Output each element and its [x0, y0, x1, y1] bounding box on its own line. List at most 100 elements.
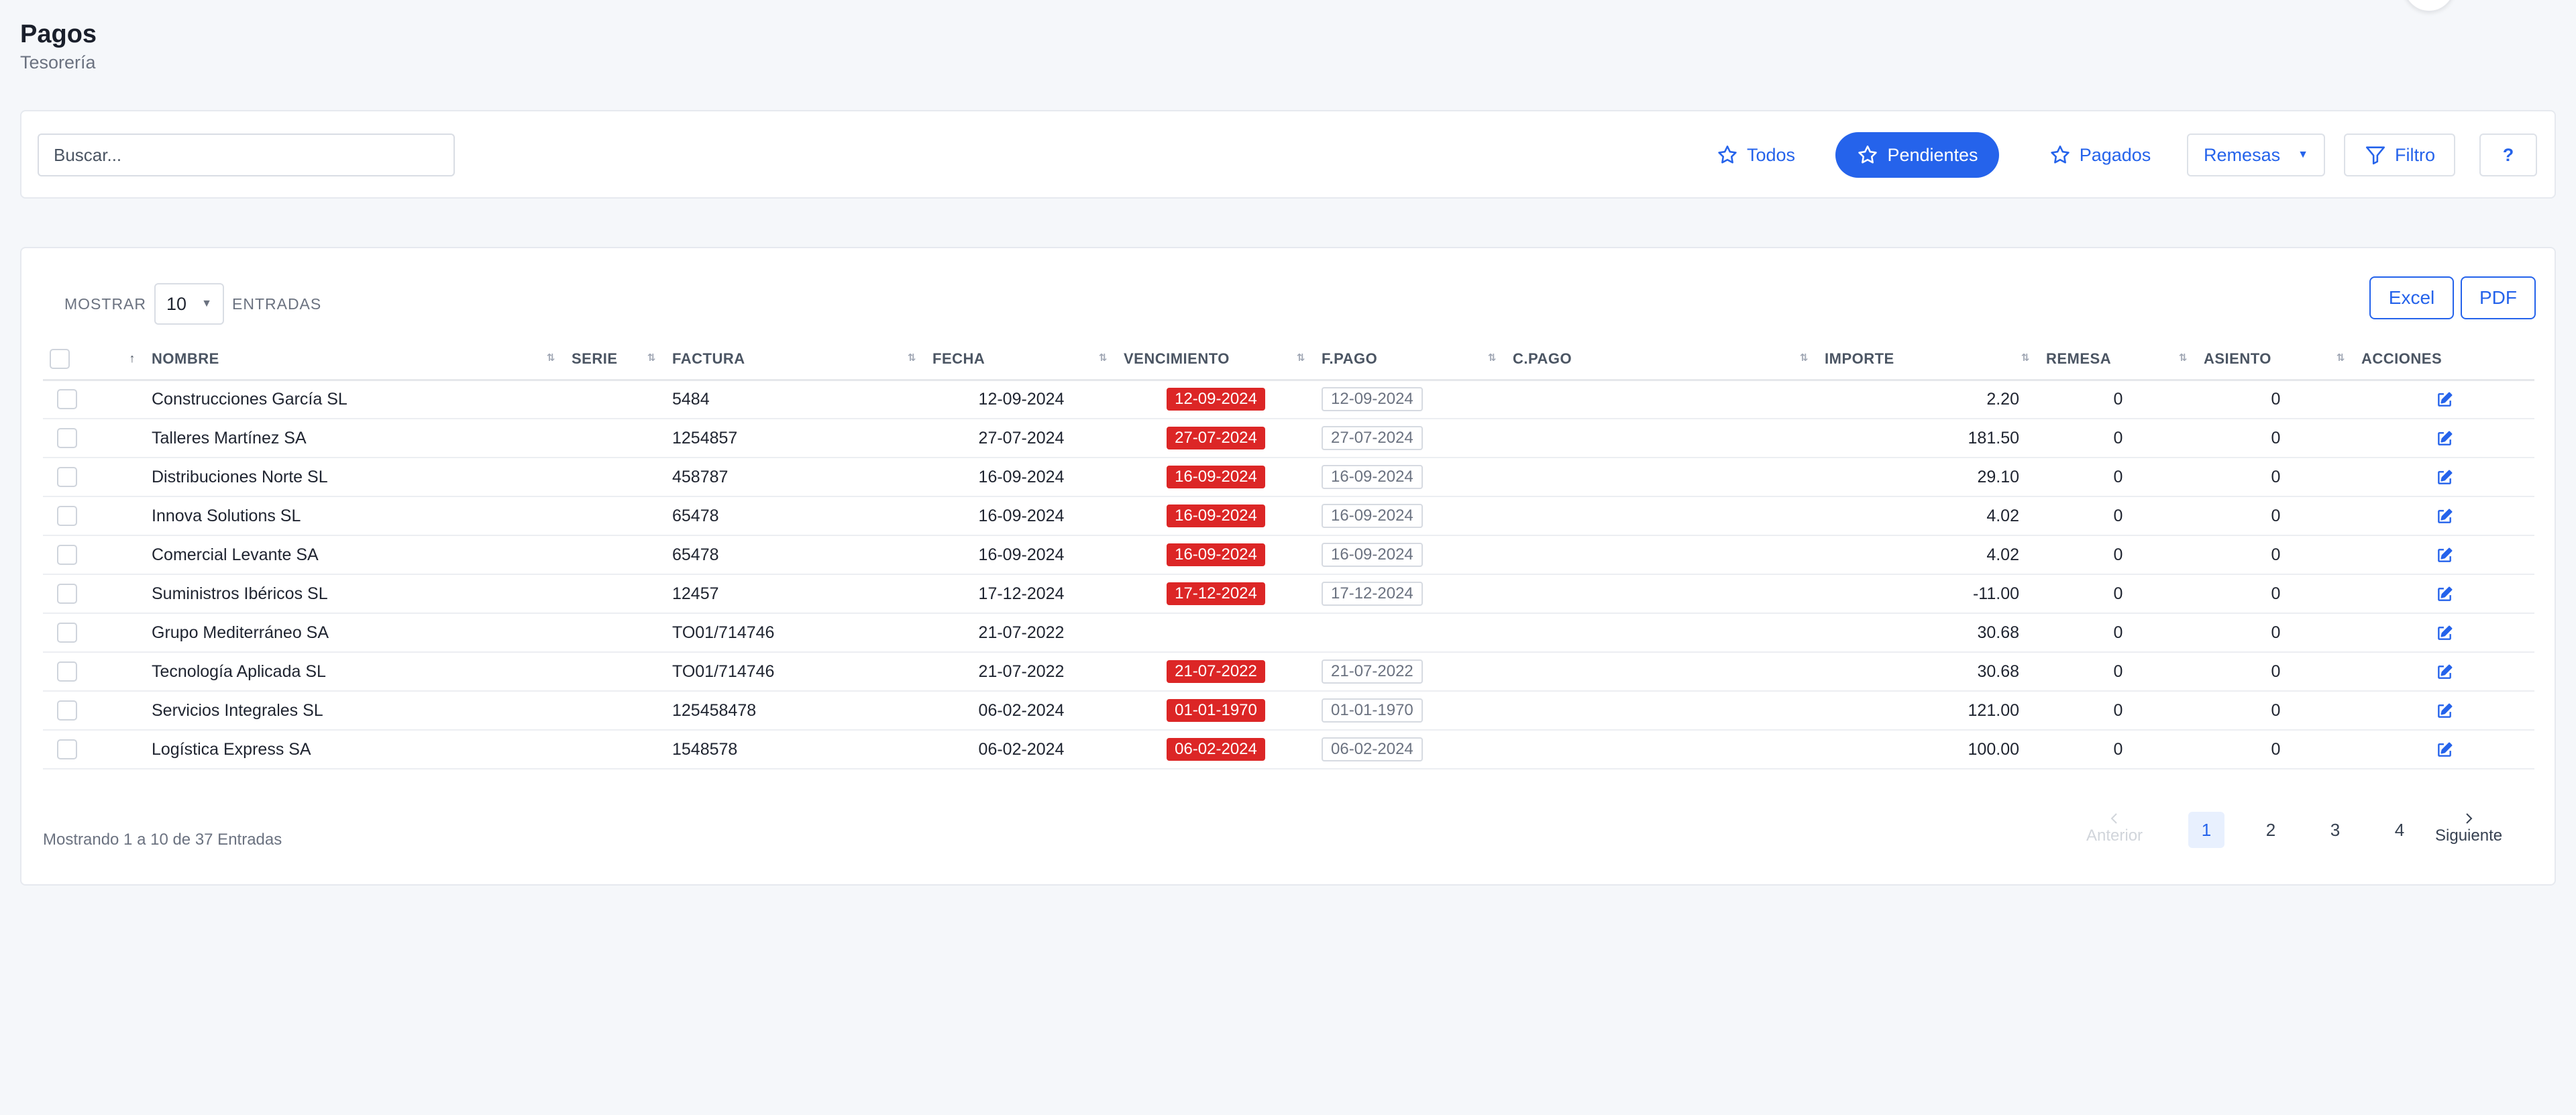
col-cpago-label: C.PAGO: [1513, 350, 1572, 368]
cell-importe: 2.20: [1818, 380, 2039, 419]
cell-fpago: 17-12-2024: [1315, 574, 1506, 614]
edit-icon[interactable]: [2436, 586, 2453, 603]
filter-icon: [2365, 146, 2385, 165]
excel-export-button[interactable]: Excel: [2369, 276, 2454, 319]
col-vencimiento[interactable]: VENCIMIENTO ⇅: [1117, 339, 1315, 381]
search-input[interactable]: [38, 134, 455, 176]
cell-fpago: 01-01-1970: [1315, 691, 1506, 731]
next-label: Siguiente: [2435, 827, 2503, 845]
help-label: ?: [2502, 144, 2514, 165]
table-header-row: ↑ NOMBRE ⇅ SERIE ⇅ FACTURA ⇅ FECHA ⇅ VENCIMI…: [43, 339, 2534, 381]
edit-icon[interactable]: [2436, 547, 2453, 564]
row-checkbox[interactable]: [57, 584, 77, 604]
prev-page-button[interactable]: Anterior: [2086, 810, 2143, 845]
page-4-button[interactable]: 4: [2381, 812, 2418, 848]
table-row: Talleres Martínez SA 1254857 27-07-2024 27-…: [43, 419, 2534, 458]
row-checkbox[interactable]: [57, 739, 77, 760]
row-checkbox[interactable]: [57, 700, 77, 721]
sort-header[interactable]: ↑: [91, 339, 145, 381]
cell-vencimiento: 27-07-2024: [1117, 419, 1315, 458]
col-importe[interactable]: IMPORTE ⇅: [1818, 339, 2039, 381]
row-checkbox[interactable]: [57, 389, 77, 410]
floating-circle-button[interactable]: [2403, 0, 2455, 12]
next-page-button[interactable]: Siguiente: [2435, 810, 2502, 845]
filter-pendientes-button[interactable]: Pendientes: [1835, 132, 1999, 178]
filter-todos-button[interactable]: Todos: [1705, 132, 1806, 178]
cell-acciones: [2355, 574, 2534, 614]
col-cpago[interactable]: C.PAGO ⇅: [1506, 339, 1818, 381]
fpago-badge: 12-09-2024: [1322, 387, 1423, 412]
cell-remesa: 0: [2039, 380, 2197, 419]
cell-serie: [565, 574, 665, 614]
edit-icon[interactable]: [2436, 625, 2453, 642]
row-checkbox[interactable]: [57, 506, 77, 527]
page-2-button[interactable]: 2: [2253, 812, 2289, 848]
col-asiento[interactable]: ASIENTO ⇅: [2197, 339, 2355, 381]
row-checkbox[interactable]: [57, 428, 77, 449]
cell-nombre: Innova Solutions SL: [145, 496, 565, 536]
page-size-select[interactable]: 10 ▼: [154, 283, 224, 325]
cell-remesa: 0: [2039, 574, 2197, 614]
filter-pagados-button[interactable]: Pagados: [2033, 132, 2167, 178]
cell-fecha: 16-09-2024: [926, 496, 1117, 536]
edit-icon[interactable]: [2436, 741, 2453, 759]
row-checkbox[interactable]: [57, 467, 77, 488]
row-checkbox[interactable]: [57, 661, 77, 682]
table-row: Logística Express SA 1548578 06-02-2024 06-…: [43, 730, 2534, 769]
help-button[interactable]: ?: [2479, 134, 2537, 176]
cell-acciones: [2355, 496, 2534, 536]
edit-icon[interactable]: [2436, 469, 2453, 486]
row-checkbox[interactable]: [57, 623, 77, 643]
pendientes-label: Pendientes: [1887, 144, 1978, 165]
remesas-label: Remesas: [2204, 144, 2281, 165]
row-spacer: [91, 458, 145, 497]
row-spacer: [91, 535, 145, 575]
page-3-button[interactable]: 3: [2317, 812, 2353, 848]
prev-label: Anterior: [2086, 827, 2143, 845]
vencimiento-badge: 21-07-2022: [1167, 660, 1265, 683]
col-fecha[interactable]: FECHA ⇅: [926, 339, 1117, 381]
select-all-checkbox[interactable]: [50, 349, 70, 370]
cell-factura: 65478: [665, 535, 926, 575]
col-remesa[interactable]: REMESA ⇅: [2039, 339, 2197, 381]
cell-cpago: [1506, 613, 1818, 653]
cell-vencimiento: 06-02-2024: [1117, 730, 1315, 769]
edit-icon[interactable]: [2436, 702, 2453, 720]
cell-asiento: 0: [2197, 535, 2355, 575]
edit-icon[interactable]: [2436, 391, 2453, 409]
col-fecha-label: FECHA: [932, 350, 985, 368]
cell-remesa: 0: [2039, 419, 2197, 458]
sort-icon: ⇅: [907, 352, 916, 364]
col-fpago[interactable]: F.PAGO ⇅: [1315, 339, 1506, 381]
cell-fecha: 27-07-2024: [926, 419, 1117, 458]
filtro-button[interactable]: Filtro: [2344, 134, 2455, 176]
cell-serie: [565, 691, 665, 731]
cell-fpago: 06-02-2024: [1315, 730, 1506, 769]
cell-vencimiento: 16-09-2024: [1117, 496, 1315, 536]
sort-icon: ⇅: [1098, 352, 1108, 364]
cell-acciones: [2355, 730, 2534, 769]
edit-icon[interactable]: [2436, 508, 2453, 525]
cell-nombre: Talleres Martínez SA: [145, 419, 565, 458]
row-spacer: [91, 691, 145, 731]
col-serie[interactable]: SERIE ⇅: [565, 339, 665, 381]
col-factura[interactable]: FACTURA ⇅: [665, 339, 926, 381]
pagados-label: Pagados: [2079, 144, 2151, 165]
remesas-dropdown[interactable]: Remesas ▼: [2187, 134, 2325, 176]
pdf-export-button[interactable]: PDF: [2461, 276, 2536, 319]
chevron-down-icon: ▼: [201, 298, 212, 309]
row-select-cell: [43, 419, 91, 458]
cell-asiento: 0: [2197, 613, 2355, 653]
page-1-button[interactable]: 1: [2188, 812, 2224, 848]
vencimiento-badge: 16-09-2024: [1167, 505, 1265, 527]
vencimiento-badge: 06-02-2024: [1167, 738, 1265, 761]
row-checkbox[interactable]: [57, 545, 77, 566]
cell-vencimiento: [1117, 613, 1315, 653]
col-nombre[interactable]: NOMBRE ⇅: [145, 339, 565, 381]
cell-serie: [565, 652, 665, 692]
cell-asiento: 0: [2197, 652, 2355, 692]
edit-icon[interactable]: [2436, 663, 2453, 681]
edit-icon[interactable]: [2436, 430, 2453, 447]
cell-serie: [565, 380, 665, 419]
cell-importe: 4.02: [1818, 496, 2039, 536]
